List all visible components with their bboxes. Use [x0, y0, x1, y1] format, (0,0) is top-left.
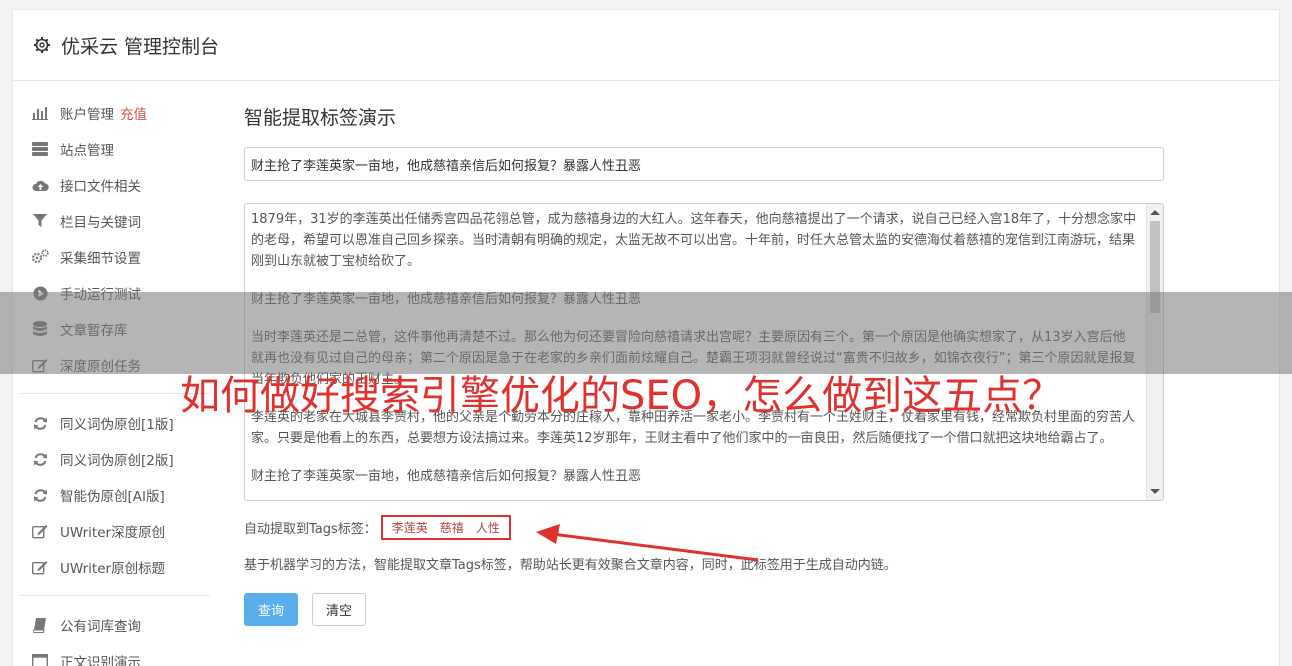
sidebar-item[interactable]: 正文识别演示: [20, 643, 210, 666]
sidebar-item[interactable]: 栏目与关键词: [20, 203, 210, 239]
sidebar-item-label: 正文识别演示: [60, 655, 141, 666]
clear-button[interactable]: 清空: [312, 593, 366, 626]
sidebar-item-label: 栏目与关键词: [60, 215, 141, 231]
sidebar-item-label: 账户管理: [60, 107, 114, 123]
sidebar-item[interactable]: 同义词伪原创[2版]: [20, 441, 210, 477]
sidebar-item[interactable]: UWriter深度原创: [20, 513, 210, 549]
window-icon: [31, 652, 49, 666]
sidebar-item[interactable]: UWriter原创标题: [20, 549, 210, 585]
cloud-upload-icon: [31, 176, 49, 194]
sidebar-item-label: 站点管理: [60, 143, 114, 159]
sidebar-item-label: 公有词库查询: [60, 619, 141, 635]
overlay-headline: 如何做好搜索引擎优化的SEO，怎么做到这五点？: [180, 373, 1063, 419]
content-paragraph: 财主抢了李莲英家一亩地，他成慈禧亲信后如何报复？暴露人性丑恶: [251, 469, 642, 484]
edit-icon: [31, 522, 49, 540]
refresh-icon: [31, 450, 49, 468]
tags-highlight-box: 李莲英 慈禧 人性: [380, 514, 511, 540]
sidebar-item-label: 同义词伪原创[2版]: [60, 453, 174, 469]
bar-chart-icon: [31, 104, 49, 122]
sidebar-item-label: 智能伪原创[AI版]: [60, 489, 165, 505]
content-paragraph: 1879年，31岁的李莲英出任储秀宫四品花翎总管，成为慈禧身边的大红人。这年春天…: [251, 212, 1137, 269]
sidebar-item[interactable]: 采集细节设置: [20, 239, 210, 275]
sidebar-item[interactable]: 站点管理: [20, 131, 210, 167]
gears-icon: [31, 248, 49, 266]
server-icon: [31, 140, 49, 158]
refresh-icon: [31, 414, 49, 432]
red-arrow-annotation: [536, 524, 759, 562]
sidebar-item[interactable]: 智能伪原创[AI版]: [20, 477, 210, 513]
sidebar-item-label: 采集细节设置: [60, 251, 141, 267]
section-heading: 智能提取标签演示: [244, 107, 397, 129]
recharge-link[interactable]: 充值: [120, 103, 147, 123]
tag-chip[interactable]: 慈禧: [436, 518, 468, 537]
sidebar-item-label: UWriter原创标题: [60, 561, 166, 577]
refresh-icon: [31, 486, 49, 504]
sidebar-item[interactable]: 接口文件相关: [20, 167, 210, 203]
scroll-up-arrow[interactable]: [1150, 210, 1160, 215]
sidebar-item-label: 接口文件相关: [60, 179, 141, 195]
scroll-down-arrow[interactable]: [1150, 489, 1160, 494]
overlay-band: [0, 292, 1292, 374]
book-icon: [31, 616, 49, 634]
sidebar-item[interactable]: 账户管理 充值: [20, 95, 210, 131]
edit-icon: [31, 558, 49, 576]
sidebar-divider: [20, 595, 210, 596]
query-button[interactable]: 查询: [244, 593, 298, 626]
sidebar-item-label: 同义词伪原创[1版]: [60, 417, 174, 433]
tag-chip[interactable]: 李莲英: [388, 518, 432, 537]
tags-label: 自动提取到Tags标签：: [244, 521, 377, 537]
gear-icon: [33, 36, 51, 54]
page-title: 优采云 管理控制台: [61, 35, 220, 58]
sidebar-item[interactable]: 公有词库查询: [20, 607, 210, 643]
panel-header: 优采云 管理控制台: [13, 10, 1279, 81]
title-input[interactable]: 财主抢了李莲英家一亩地，他成慈禧亲信后如何报复？暴露人性丑恶: [244, 147, 1164, 181]
filter-icon: [31, 212, 49, 230]
tag-chip[interactable]: 人性: [472, 518, 504, 537]
sidebar-item-label: UWriter深度原创: [60, 525, 166, 541]
